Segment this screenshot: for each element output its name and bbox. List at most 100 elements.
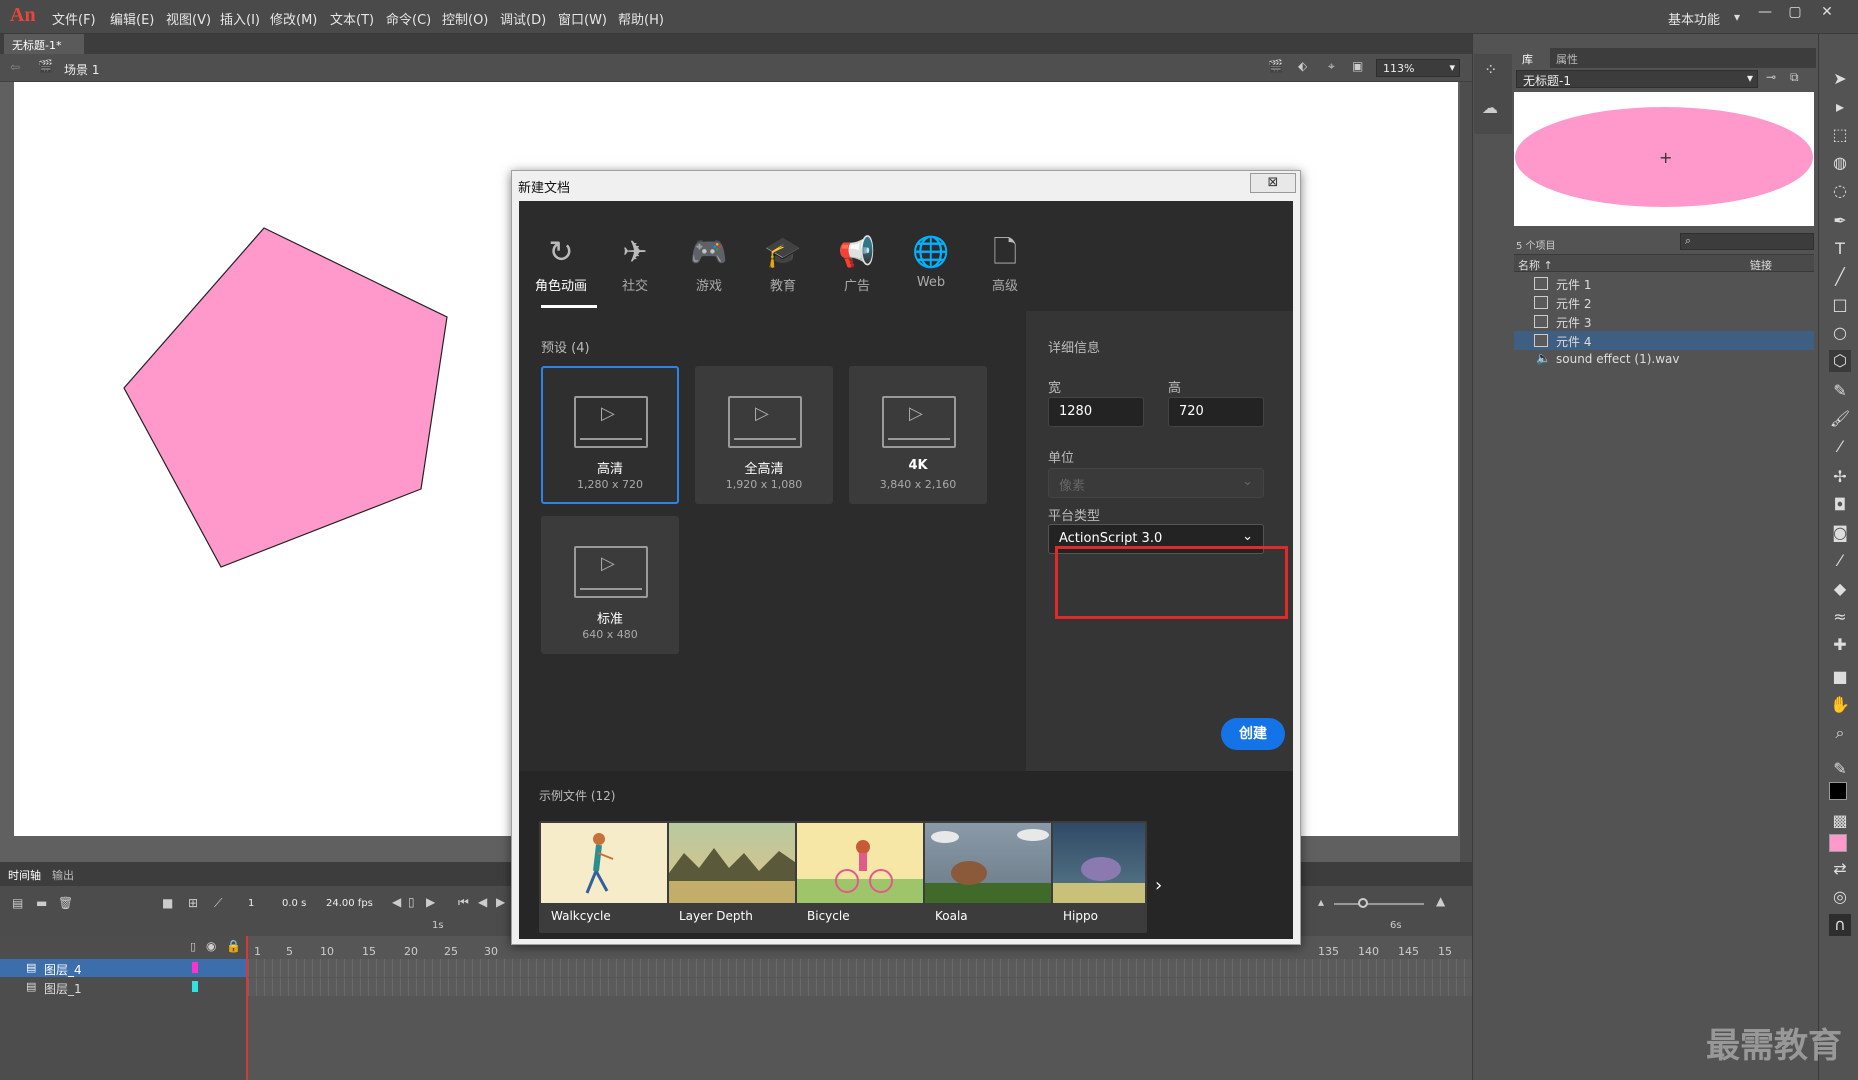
- preset-card-4k[interactable]: ▷ 4K 3,840 x 2,160: [849, 366, 987, 504]
- library-item[interactable]: 元件 3: [1514, 312, 1814, 331]
- delete-icon[interactable]: 🗑: [58, 896, 73, 910]
- maximize-icon[interactable]: ▢: [1782, 4, 1808, 26]
- library-item[interactable]: 元件 2: [1514, 293, 1814, 312]
- fill-color-icon[interactable]: ▩: [1829, 810, 1851, 832]
- 3d-rotation-icon[interactable]: ◍: [1829, 152, 1851, 174]
- menu-modify[interactable]: 修改(M): [270, 9, 317, 28]
- unit-select[interactable]: 像素 ⌄: [1048, 468, 1264, 498]
- text-tool-icon[interactable]: T: [1829, 238, 1851, 260]
- camera-tool-icon[interactable]: ■: [1829, 666, 1851, 688]
- tab-library[interactable]: 库: [1514, 48, 1550, 68]
- sample-bicycle[interactable]: Bicycle: [795, 821, 935, 933]
- layer-color-swatch[interactable]: [192, 962, 198, 973]
- menu-file[interactable]: 文件(F): [52, 9, 96, 28]
- pen-tool-icon[interactable]: ✒: [1829, 210, 1851, 232]
- category-game[interactable]: 🎮 游戏: [677, 231, 741, 294]
- scene-breadcrumb[interactable]: 场景 1: [64, 61, 99, 78]
- object-drawing-icon[interactable]: ◎: [1829, 886, 1851, 908]
- motion-presets-icon[interactable]: ⁘: [1484, 60, 1497, 79]
- width-field[interactable]: 1280: [1048, 397, 1144, 427]
- polystar-tool-icon[interactable]: ⬡: [1829, 350, 1851, 372]
- dialog-close-button[interactable]: ⊠: [1250, 173, 1296, 193]
- category-ads[interactable]: 📢 广告: [825, 231, 889, 294]
- menu-control[interactable]: 控制(O): [442, 9, 488, 28]
- first-frame-icon[interactable]: ⏮: [458, 895, 469, 910]
- asset-warp-icon[interactable]: ✚: [1829, 634, 1851, 656]
- category-advanced[interactable]: 🗋 高级: [973, 231, 1037, 294]
- menu-text[interactable]: 文本(T): [330, 9, 374, 28]
- lasso-icon[interactable]: ◌: [1829, 180, 1851, 202]
- menu-help[interactable]: 帮助(H): [618, 9, 664, 28]
- zoom-out-icon[interactable]: ▴: [1318, 895, 1324, 909]
- menu-command[interactable]: 命令(C): [386, 9, 431, 28]
- edit-symbol-icon[interactable]: ⬖: [1298, 59, 1307, 73]
- pin-icon[interactable]: ⊸: [1766, 70, 1776, 84]
- line-tool-icon[interactable]: ╱: [1829, 266, 1851, 288]
- clip-icon[interactable]: ▣: [1352, 59, 1363, 73]
- menu-debug[interactable]: 调试(D): [500, 9, 546, 28]
- eye-icon[interactable]: ◉: [206, 939, 216, 953]
- keyframe-icon[interactable]: ▯: [408, 895, 415, 909]
- graph-icon[interactable]: ⟋: [214, 896, 222, 911]
- playhead[interactable]: [246, 936, 248, 1080]
- category-web[interactable]: 🌐 Web: [899, 231, 963, 290]
- timeline-zoom-slider[interactable]: [1334, 903, 1424, 905]
- frame-grid[interactable]: 1 5 10 15 20 25 30 135 140 145 15: [248, 936, 1472, 1080]
- bone-tool-icon[interactable]: ✢: [1829, 466, 1851, 488]
- center-stage-icon[interactable]: ⌖: [1328, 59, 1335, 74]
- camera-icon[interactable]: ■: [162, 896, 173, 910]
- brush-tool-icon[interactable]: ⁄: [1829, 436, 1851, 458]
- pink-pentagon[interactable]: [123, 227, 448, 568]
- column-name[interactable]: 名称 ↑: [1518, 257, 1553, 273]
- ink-bottle-icon[interactable]: ◙: [1829, 522, 1851, 544]
- fill-color-swatch[interactable]: [1829, 834, 1847, 852]
- eraser-icon[interactable]: ◆: [1829, 578, 1851, 600]
- slider-thumb[interactable]: [1358, 898, 1368, 908]
- sample-walkcycle[interactable]: Walkcycle: [539, 821, 679, 933]
- menu-view[interactable]: 视图(V): [166, 9, 211, 28]
- outline-icon[interactable]: ▯: [190, 940, 196, 953]
- zoom-in-icon[interactable]: ▲: [1436, 894, 1445, 908]
- tab-timeline[interactable]: 时间轴: [8, 867, 41, 883]
- lock-icon[interactable]: 🔒: [226, 939, 241, 953]
- preset-card-standard[interactable]: ▷ 标准 640 x 480: [541, 516, 679, 654]
- library-search-input[interactable]: ⌕: [1680, 233, 1814, 250]
- sample-layer-depth[interactable]: Layer Depth: [667, 821, 807, 933]
- back-arrow-icon[interactable]: ⇦: [10, 60, 20, 74]
- stroke-color-swatch[interactable]: [1829, 782, 1847, 800]
- library-item[interactable]: 元件 1: [1514, 274, 1814, 293]
- workspace-switcher[interactable]: 基本功能: [1668, 9, 1720, 28]
- zoom-tool-icon[interactable]: ⌕: [1829, 722, 1851, 744]
- height-field[interactable]: 720: [1168, 397, 1264, 427]
- eyedropper-icon[interactable]: ⁄: [1829, 550, 1851, 572]
- pencil-tool-icon[interactable]: ✎: [1829, 380, 1851, 402]
- rectangle-tool-icon[interactable]: □: [1829, 294, 1851, 316]
- free-transform-icon[interactable]: ⬚: [1829, 124, 1851, 146]
- layer-row[interactable]: ▤ 图层_1: [0, 978, 248, 996]
- subselection-tool-icon[interactable]: ▸: [1829, 96, 1851, 118]
- edit-scene-icon[interactable]: 🎬: [1268, 59, 1283, 73]
- current-frame[interactable]: 1: [248, 898, 254, 909]
- library-document-select[interactable]: 无标题-1 ▾: [1516, 70, 1758, 88]
- tab-output[interactable]: 输出: [52, 867, 74, 883]
- new-library-panel-icon[interactable]: ⧉: [1790, 70, 1799, 85]
- layer-depth-icon[interactable]: ⊞: [188, 896, 198, 910]
- layer-name[interactable]: 图层_1: [44, 982, 82, 996]
- tab-properties[interactable]: 属性: [1556, 51, 1578, 67]
- hand-tool-icon[interactable]: ✋: [1829, 694, 1851, 716]
- menu-insert[interactable]: 插入(I): [220, 9, 260, 28]
- zoom-select[interactable]: 113% ▾: [1376, 59, 1460, 77]
- layer-name[interactable]: 图层_4: [44, 963, 82, 977]
- snap-magnet-icon[interactable]: ∩: [1829, 914, 1851, 936]
- new-folder-icon[interactable]: ▬: [36, 896, 47, 910]
- new-layer-icon[interactable]: ▤: [12, 896, 23, 910]
- width-tool-icon[interactable]: ≈: [1829, 606, 1851, 628]
- library-item[interactable]: 元件 4: [1514, 331, 1814, 350]
- menu-edit[interactable]: 编辑(E): [110, 9, 154, 28]
- selection-tool-icon[interactable]: ➤: [1829, 68, 1851, 90]
- current-time[interactable]: 0.0 s: [282, 898, 306, 909]
- chevron-right-icon[interactable]: ›: [1155, 875, 1162, 896]
- document-tab[interactable]: 无标题-1* ×: [4, 34, 84, 66]
- frame-row[interactable]: [248, 959, 1472, 977]
- minimize-icon[interactable]: —: [1752, 4, 1778, 26]
